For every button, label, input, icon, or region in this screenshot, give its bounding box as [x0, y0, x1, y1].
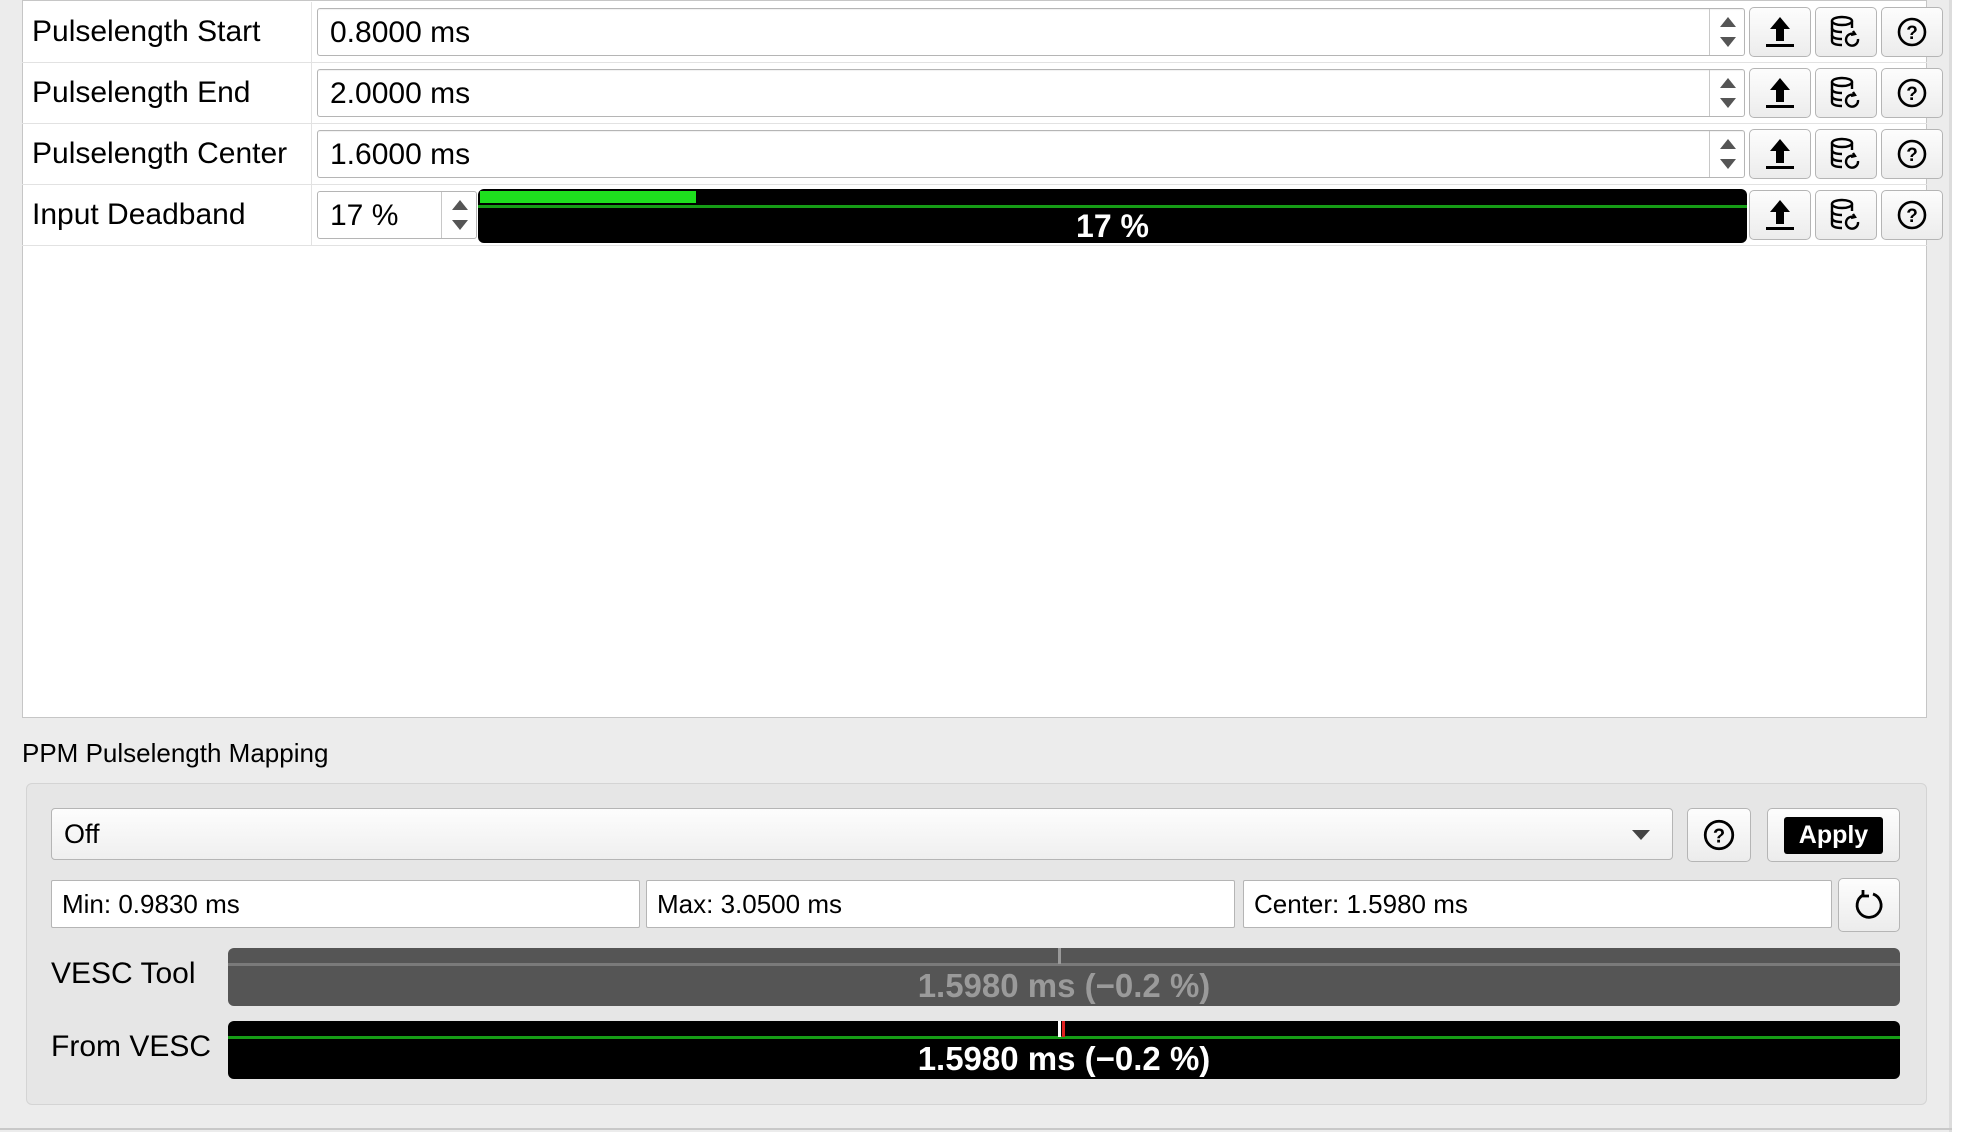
chevron-down-icon[interactable] [1632, 830, 1650, 840]
param-label: Pulselength Center [32, 137, 288, 170]
refresh-icon [1855, 890, 1883, 919]
upload-arrow-icon [1766, 17, 1794, 47]
spinbox-value[interactable]: 0.8000 ms [330, 9, 470, 55]
from-vesc-bar-marker [1058, 1021, 1061, 1037]
pulselength-center-spinbox[interactable]: 1.6000 ms [317, 130, 1745, 178]
database-refresh-icon [1830, 76, 1860, 108]
svg-text:?: ? [1906, 206, 1918, 227]
vesc-tool-bar-line [228, 963, 1900, 966]
help-circle-icon: ? [1897, 78, 1927, 108]
help-button[interactable]: ? [1881, 190, 1943, 240]
vesc-tool-bar-text: 1.5980 ms (−0.2 %) [917, 967, 1211, 1004]
mapping-help-button[interactable]: ? [1687, 808, 1751, 862]
min-field: Min: 0.9830 ms [51, 880, 640, 928]
center-field: Center: 1.5980 ms [1243, 880, 1832, 928]
pulselength-start-spinbox[interactable]: 0.8000 ms [317, 8, 1745, 56]
help-button[interactable]: ? [1881, 129, 1943, 179]
bottom-divider [0, 1128, 1952, 1130]
mapping-mode-select[interactable]: Off [51, 808, 1673, 860]
read-default-button[interactable] [1815, 68, 1877, 118]
upload-arrow-icon [1766, 139, 1794, 169]
upload-arrow-icon [1766, 78, 1794, 108]
window-edge-strip [1952, 0, 1978, 1132]
vesc-tool-label: VESC Tool [51, 957, 196, 990]
svg-text:?: ? [1906, 145, 1918, 166]
input-deadband-spinbox[interactable]: 17 % [317, 191, 477, 239]
param-row-pulselength-end: Pulselength End 2.0000 ms ? [22, 63, 1943, 124]
spinbox-arrows[interactable] [1709, 9, 1744, 55]
upload-arrow-icon [1766, 200, 1794, 230]
help-circle-icon: ? [1703, 819, 1735, 851]
param-label: Input Deadband [32, 198, 246, 231]
help-circle-icon: ? [1897, 200, 1927, 230]
svg-text:?: ? [1906, 84, 1918, 105]
deadband-bar[interactable]: 17 % [478, 189, 1747, 243]
param-row-pulselength-center: Pulselength Center 1.6000 ms ? [22, 124, 1943, 185]
svg-text:?: ? [1713, 825, 1725, 847]
from-vesc-label: From VESC [51, 1030, 212, 1063]
write-button[interactable] [1749, 129, 1811, 179]
read-default-button[interactable] [1815, 129, 1877, 179]
vesc-tool-bar: 1.5980 ms (−0.2 %) [228, 948, 1900, 1006]
write-button[interactable] [1749, 190, 1811, 240]
apply-button[interactable]: Apply [1767, 808, 1900, 862]
spinbox-value[interactable]: 2.0000 ms [330, 70, 470, 116]
write-button[interactable] [1749, 68, 1811, 118]
column-divider [311, 124, 312, 184]
spinbox-arrows[interactable] [1709, 70, 1744, 116]
reset-button[interactable] [1838, 878, 1900, 932]
spinbox-value[interactable]: 17 % [330, 192, 398, 240]
help-button[interactable]: ? [1881, 7, 1943, 57]
column-divider [311, 63, 312, 123]
spinbox-arrows[interactable] [441, 192, 476, 238]
max-field: Max: 3.0500 ms [646, 880, 1235, 928]
pulselength-end-spinbox[interactable]: 2.0000 ms [317, 69, 1745, 117]
database-refresh-icon [1830, 198, 1860, 230]
apply-button-label: Apply [1783, 816, 1884, 854]
spinbox-arrows[interactable] [1709, 131, 1744, 177]
database-refresh-icon [1830, 15, 1860, 47]
param-row-pulselength-start: Pulselength Start 0.8000 ms ? [22, 2, 1943, 63]
spinbox-value[interactable]: 1.6000 ms [330, 131, 470, 177]
from-vesc-bar-marker-red [1062, 1021, 1065, 1037]
from-vesc-bar-text: 1.5980 ms (−0.2 %) [917, 1040, 1211, 1077]
database-refresh-icon [1830, 137, 1860, 169]
column-divider [311, 185, 312, 245]
column-divider [311, 2, 312, 62]
help-circle-icon: ? [1897, 17, 1927, 47]
deadband-bar-text: 17 % [1076, 208, 1149, 243]
help-circle-icon: ? [1897, 139, 1927, 169]
svg-text:?: ? [1906, 23, 1918, 44]
write-button[interactable] [1749, 7, 1811, 57]
vesc-tool-bar-marker [1058, 948, 1061, 964]
read-default-button[interactable] [1815, 190, 1877, 240]
from-vesc-bar: 1.5980 ms (−0.2 %) [228, 1021, 1900, 1079]
mapping-mode-value[interactable]: Off [64, 809, 100, 859]
read-default-button[interactable] [1815, 7, 1877, 57]
help-button[interactable]: ? [1881, 68, 1943, 118]
param-row-input-deadband: Input Deadband 17 % 17 % ? [22, 185, 1943, 246]
param-label: Pulselength End [32, 76, 251, 109]
deadband-bar-fill [480, 191, 696, 203]
param-label: Pulselength Start [32, 15, 261, 48]
mapping-section-title: PPM Pulselength Mapping [22, 738, 329, 768]
